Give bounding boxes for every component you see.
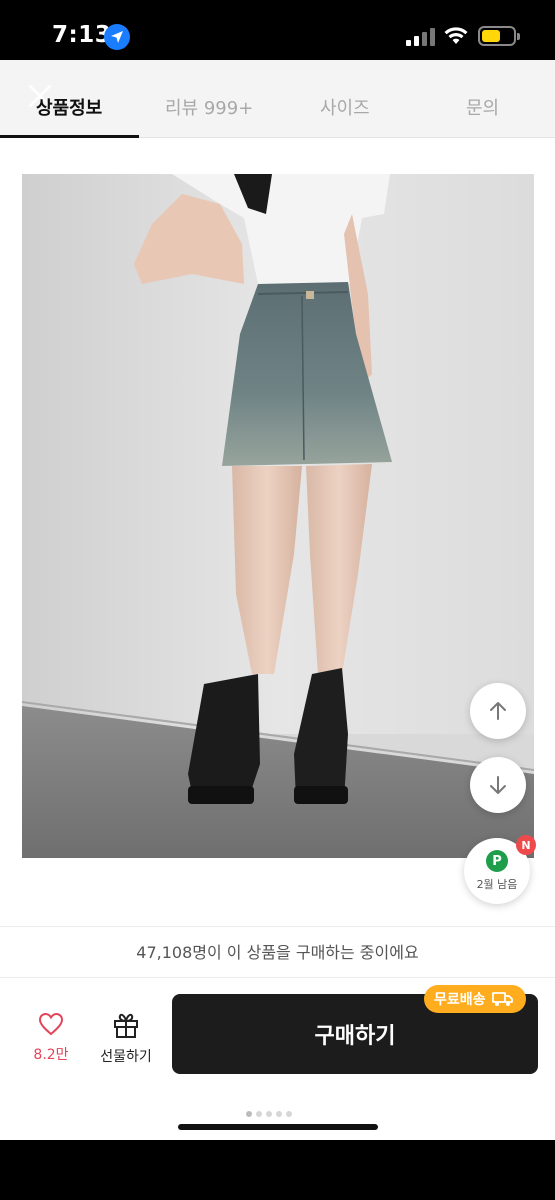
tab-inquiry[interactable]: 문의 bbox=[466, 94, 499, 120]
home-indicator-area bbox=[0, 1140, 555, 1200]
points-remaining-text: 2월 남음 bbox=[476, 878, 518, 891]
like-button[interactable]: 8.2만 bbox=[28, 1012, 74, 1064]
status-time: 7:13 bbox=[52, 22, 112, 48]
heart-icon bbox=[38, 1012, 64, 1036]
new-badge: N bbox=[516, 835, 536, 855]
product-page: 상품정보 리뷰 999+ 사이즈 문의 P 2월 남음 N 47,108명이 이… bbox=[0, 60, 555, 1140]
signal-icon bbox=[406, 28, 436, 46]
scroll-up-button[interactable] bbox=[470, 683, 526, 739]
tab-product-info[interactable]: 상품정보 bbox=[36, 94, 102, 120]
like-count: 8.2만 bbox=[33, 1047, 69, 1063]
tab-size[interactable]: 사이즈 bbox=[320, 94, 370, 120]
points-badge: P bbox=[486, 850, 508, 872]
page-indicator bbox=[246, 1102, 296, 1121]
scroll-down-button[interactable] bbox=[470, 757, 526, 813]
active-tab-indicator bbox=[0, 135, 139, 138]
gift-icon bbox=[114, 1013, 138, 1038]
battery-icon bbox=[478, 26, 520, 46]
gift-label: 선물하기 bbox=[100, 1049, 152, 1065]
free-shipping-badge: 무료배송 bbox=[424, 985, 526, 1013]
buyers-notice: 47,108명이 이 상품을 구매하는 중이에요 bbox=[0, 926, 555, 978]
location-arrow-icon bbox=[104, 24, 130, 50]
home-indicator[interactable] bbox=[178, 1124, 378, 1130]
wifi-icon bbox=[444, 27, 468, 44]
status-bar: 7:13 bbox=[0, 0, 555, 60]
product-image[interactable] bbox=[22, 174, 534, 858]
tab-reviews[interactable]: 리뷰 999+ bbox=[165, 94, 253, 120]
arrow-down-icon bbox=[490, 776, 506, 794]
truck-icon bbox=[491, 992, 513, 1006]
arrow-up-icon bbox=[490, 702, 506, 720]
free-shipping-label: 무료배송 bbox=[434, 992, 486, 1008]
bottom-action-bar: 8.2만 선물하기 구매하기 무료배송 bbox=[0, 978, 555, 1140]
gift-button[interactable]: 선물하기 bbox=[94, 1012, 158, 1066]
tab-bar: 상품정보 리뷰 999+ 사이즈 문의 bbox=[0, 60, 555, 138]
